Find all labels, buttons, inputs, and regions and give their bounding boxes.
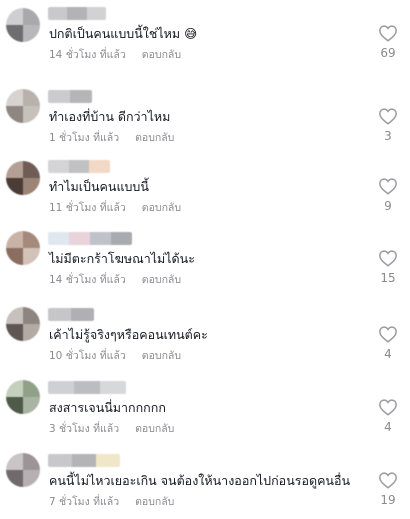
heart-outline-icon[interactable] (378, 325, 398, 343)
reply-button[interactable]: ตอบกลับ (142, 202, 181, 214)
comment-item: ปกติเป็นคนแบบนี้ใช่ไหม 😅 14 ชั่วโมง ที่แ… (0, 2, 410, 72)
avatar[interactable] (6, 8, 40, 42)
avatar[interactable] (6, 231, 40, 265)
heart-outline-icon[interactable] (378, 107, 398, 125)
avatar[interactable] (6, 380, 40, 414)
username-blurred[interactable] (48, 7, 106, 20)
avatar[interactable] (6, 161, 40, 195)
comment-text: ไม่มีตะกร้าโฆษณาไม่ได้นะ (49, 251, 195, 266)
like-count: 15 (380, 271, 396, 285)
heart-outline-icon[interactable] (378, 177, 398, 195)
heart-outline-icon[interactable] (378, 471, 398, 489)
like-count: 19 (380, 493, 396, 507)
comment-meta: 14 ชั่วโมง ที่แล้ว ตอบกลับ (49, 46, 181, 63)
comment-meta: 3 ชั่วโมง ที่แล้ว ตอบกลับ (49, 420, 174, 437)
reply-button[interactable]: ตอบกลับ (142, 274, 181, 286)
avatar[interactable] (6, 453, 40, 487)
like-count: 4 (384, 420, 392, 434)
reply-button[interactable]: ตอบกลับ (135, 496, 174, 508)
comment-meta: 11 ชั่วโมง ที่แล้ว ตอบกลับ (49, 199, 181, 216)
comment-text: ปกติเป็นคนแบบนี้ใช่ไหม 😅 (49, 26, 198, 41)
comment-text: ทำเองที่บ้าน ดีกว่าไหม (49, 109, 171, 124)
reply-button[interactable]: ตอบกลับ (142, 49, 181, 61)
reply-button[interactable]: ตอบกลับ (135, 423, 174, 435)
like-count: 9 (384, 199, 392, 213)
comment-time: 14 ชั่วโมง ที่แล้ว (49, 274, 126, 286)
comment-meta: 14 ชั่วโมง ที่แล้ว ตอบกลับ (49, 271, 181, 288)
comment-meta: 7 ชั่วโมง ที่แล้ว ตอบกลับ (49, 493, 174, 510)
comment-item: คนนี้ไม่ไหวเยอะเกิน จนต้องให้นางออกไปก่อ… (0, 449, 410, 519)
comment-time: 3 ชั่วโมง ที่แล้ว (49, 423, 120, 435)
like-count: 69 (380, 46, 396, 60)
comment-item: ไม่มีตะกร้าโฆษณาไม่ได้นะ 14 ชั่วโมง ที่แ… (0, 227, 410, 297)
comment-time: 10 ชั่วโมง ที่แล้ว (49, 350, 126, 362)
comment-meta: 1 ชั่วโมง ที่แล้ว ตอบกลับ (49, 129, 174, 146)
username-blurred[interactable] (48, 381, 126, 394)
avatar[interactable] (6, 307, 40, 341)
comment-time: 11 ชั่วโมง ที่แล้ว (49, 202, 126, 214)
username-blurred[interactable] (48, 454, 120, 467)
comment-time: 14 ชั่วโมง ที่แล้ว (49, 49, 126, 61)
comment-item: ทำไมเป็นคนแบบนี้ 11 ชั่วโมง ที่แล้ว ตอบกล… (0, 155, 410, 225)
username-blurred[interactable] (48, 90, 92, 103)
comment-item: ทำเองที่บ้าน ดีกว่าไหม 1 ชั่วโมง ที่แล้ว… (0, 85, 410, 155)
username-blurred[interactable] (48, 308, 94, 321)
comment-text: คนนี้ไม่ไหวเยอะเกิน จนต้องให้นางออกไปก่อ… (49, 473, 351, 488)
reply-button[interactable]: ตอบกลับ (135, 132, 174, 144)
heart-outline-icon[interactable] (378, 249, 398, 267)
heart-outline-icon[interactable] (378, 398, 398, 416)
comment-text: เค้าไม่รู้จริงๆหรือคอนเทนต์คะ (49, 327, 208, 342)
reply-button[interactable]: ตอบกลับ (142, 350, 181, 362)
like-count: 3 (384, 129, 392, 143)
avatar[interactable] (6, 89, 40, 123)
comment-list: ปกติเป็นคนแบบนี้ใช่ไหม 😅 14 ชั่วโมง ที่แ… (0, 0, 410, 514)
comment-text: สงสารเจนนี่มากกกกก (49, 400, 166, 415)
comment-item: สงสารเจนนี่มากกกกก 3 ชั่วโมง ที่แล้ว ตอบก… (0, 376, 410, 446)
username-blurred[interactable] (48, 160, 110, 173)
comment-time: 7 ชั่วโมง ที่แล้ว (49, 496, 120, 508)
heart-outline-icon[interactable] (378, 24, 398, 42)
comment-item: เค้าไม่รู้จริงๆหรือคอนเทนต์คะ 10 ชั่วโมง… (0, 303, 410, 373)
like-count: 4 (384, 347, 392, 361)
comment-meta: 10 ชั่วโมง ที่แล้ว ตอบกลับ (49, 347, 181, 364)
comment-time: 1 ชั่วโมง ที่แล้ว (49, 132, 120, 144)
comment-text: ทำไมเป็นคนแบบนี้ (49, 179, 149, 194)
username-blurred[interactable] (48, 232, 132, 245)
